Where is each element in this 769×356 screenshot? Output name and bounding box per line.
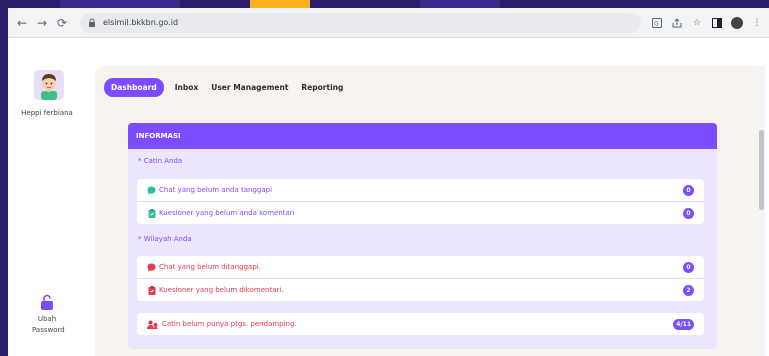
chat-icon bbox=[147, 186, 156, 195]
item-text: Catin belum punya ptgs. pendamping. bbox=[162, 320, 297, 328]
main-content: Dashboard Inbox User Management Reportin… bbox=[95, 66, 765, 356]
tab-reporting[interactable]: Reporting bbox=[299, 78, 345, 97]
forward-arrow-icon[interactable]: → bbox=[34, 15, 50, 31]
clipboard-icon bbox=[147, 285, 156, 295]
tab-dashboard[interactable]: Dashboard bbox=[104, 78, 164, 97]
tab-inbox[interactable]: Inbox bbox=[173, 78, 201, 97]
item-text: Kuesioner yang belum dikomentari. bbox=[159, 286, 284, 294]
count-badge: 2 bbox=[683, 284, 694, 296]
reload-icon[interactable]: ⟳ bbox=[54, 15, 70, 31]
count-badge: 0 bbox=[683, 261, 694, 273]
change-password-link[interactable]: Ubah Password bbox=[8, 314, 86, 336]
card-title: INFORMASI bbox=[128, 123, 717, 149]
clipboard-icon bbox=[147, 208, 156, 218]
share-icon[interactable] bbox=[671, 17, 683, 29]
scrollbar-thumb[interactable] bbox=[759, 130, 764, 210]
item-text: Chat yang belum ditanggapi. bbox=[159, 263, 261, 271]
count-badge: 0 bbox=[683, 184, 694, 196]
count-badge: 4/11 bbox=[673, 318, 694, 330]
page-top-strip bbox=[8, 38, 769, 60]
translate-icon[interactable]: G bbox=[651, 17, 663, 29]
list-item-chat-catin[interactable]: Chat yang belum anda tanggapi 0 bbox=[137, 179, 704, 201]
url-text: elsimil.bkkbn.go.id bbox=[103, 18, 179, 27]
item-text: Kuesioner yang belum anda komentari bbox=[159, 209, 295, 217]
sidepanel-icon[interactable] bbox=[711, 17, 723, 29]
browser-window: ← → ⟳ elsimil.bkkbn.go.id G ☆ ⋮ Heppi fe… bbox=[8, 8, 769, 356]
list-item-kuesioner-catin[interactable]: Kuesioner yang belum anda komentari 0 bbox=[137, 202, 704, 224]
profile-icon[interactable] bbox=[731, 16, 743, 29]
unlock-icon[interactable] bbox=[39, 294, 55, 310]
sidebar: Heppi ferbiana Ubah Password bbox=[8, 60, 86, 356]
tab-user-management[interactable]: User Management bbox=[209, 78, 290, 97]
list-item-chat-wilayah[interactable]: Chat yang belum ditanggapi. 0 bbox=[137, 256, 704, 278]
list-item-kuesioner-wilayah[interactable]: Kuesioner yang belum dikomentari. 2 bbox=[137, 279, 704, 301]
back-arrow-icon[interactable]: ← bbox=[14, 15, 30, 31]
menu-icon[interactable]: ⋮ bbox=[751, 17, 763, 29]
app-page: Heppi ferbiana Ubah Password Dashboard I… bbox=[8, 60, 769, 356]
nav-tabs: Dashboard Inbox User Management Reportin… bbox=[104, 78, 345, 97]
section-label-wilayah: * Wilayah Anda bbox=[138, 235, 192, 243]
browser-toolbar: ← → ⟳ elsimil.bkkbn.go.id G ☆ ⋮ bbox=[8, 8, 769, 38]
users-icon bbox=[147, 320, 159, 329]
list-item-catin-pendamping[interactable]: Catin belum punya ptgs. pendamping. 4/11 bbox=[137, 313, 704, 335]
scrollbar[interactable] bbox=[757, 66, 765, 356]
avatar[interactable] bbox=[34, 70, 64, 100]
svg-text:G: G bbox=[654, 20, 659, 27]
count-badge: 0 bbox=[683, 207, 694, 219]
lock-icon bbox=[88, 18, 97, 27]
chat-icon bbox=[147, 263, 156, 272]
info-card: INFORMASI * Catin Anda Chat yang belum a… bbox=[128, 123, 717, 349]
address-bar[interactable]: elsimil.bkkbn.go.id bbox=[80, 12, 641, 33]
item-text: Chat yang belum anda tanggapi bbox=[159, 186, 273, 194]
user-name: Heppi ferbiana bbox=[21, 109, 73, 117]
section-label-catin: * Catin Anda bbox=[138, 157, 183, 165]
star-icon[interactable]: ☆ bbox=[691, 17, 703, 29]
